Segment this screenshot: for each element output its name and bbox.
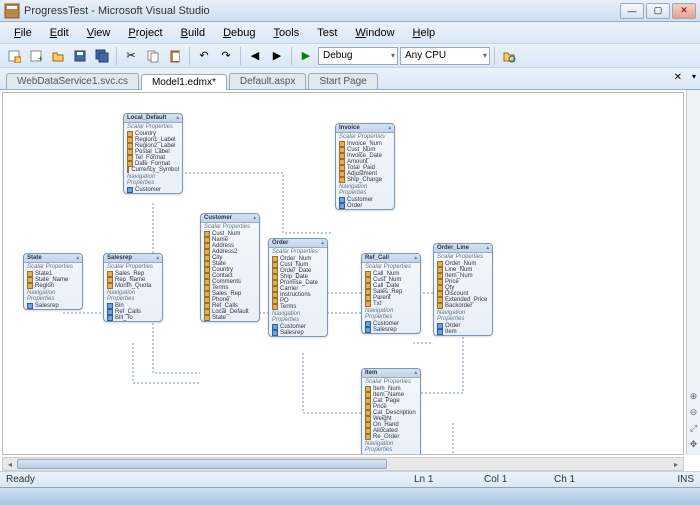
status-line: Ln 1 [414, 474, 484, 485]
menu-tools[interactable]: Tools [266, 25, 308, 41]
menu-test[interactable]: Test [309, 25, 345, 41]
entity-customer[interactable]: Customer Scalar Properties Cust_NumNameA… [200, 213, 260, 322]
save-button[interactable] [70, 46, 90, 66]
minimize-button[interactable]: — [620, 3, 644, 19]
entity-ref-call[interactable]: Ref_Call Scalar Properties Call_NumCust_… [361, 253, 421, 334]
toolbar: + ✂ ↶ ↷ ◀ ▶ ▶ Debug Any CPU [0, 44, 700, 68]
scroll-thumb[interactable] [17, 459, 387, 469]
tab-dropdown-button[interactable]: ▾ [692, 72, 696, 81]
designer-area: Local_Default Scalar Properties CountryR… [0, 90, 700, 471]
cut-button[interactable]: ✂ [121, 46, 141, 66]
copy-button[interactable] [143, 46, 163, 66]
menu-bar: File Edit View Project Build Debug Tools… [0, 22, 700, 44]
menu-build[interactable]: Build [173, 25, 213, 41]
status-col: Col 1 [484, 474, 554, 485]
entity-order-line[interactable]: Order_Line Scalar Properties Order_NumLi… [433, 243, 493, 336]
close-button[interactable]: ✕ [672, 3, 696, 19]
status-bar: Ready Ln 1 Col 1 Ch 1 INS [0, 471, 700, 487]
menu-file[interactable]: File [6, 25, 40, 41]
document-tabs: WebDataService1.svc.cs Model1.edmx* Defa… [0, 68, 700, 90]
window-title: ProgressTest - Microsoft Visual Studio [24, 5, 620, 17]
add-item-button[interactable]: + [26, 46, 46, 66]
entity-salesrep[interactable]: Salesrep Scalar Properties Sales_RepRep_… [103, 253, 163, 322]
zoom-out-icon[interactable]: ⊖ [688, 407, 700, 419]
entity-item[interactable]: Item Scalar Properties Item_NumItem_Name… [361, 368, 421, 455]
entity-local-default[interactable]: Local_Default Scalar Properties CountryR… [123, 113, 183, 194]
redo-button[interactable]: ↷ [216, 46, 236, 66]
open-button[interactable] [48, 46, 68, 66]
menu-window[interactable]: Window [347, 25, 402, 41]
zoom-fit-icon[interactable]: ⤢ [688, 423, 700, 435]
pan-icon[interactable]: ✥ [688, 439, 700, 451]
status-ch: Ch 1 [554, 474, 624, 485]
paste-button[interactable] [165, 46, 185, 66]
scroll-left-button[interactable]: ◂ [3, 458, 17, 470]
find-button[interactable] [499, 46, 519, 66]
zoom-in-icon[interactable]: ⊕ [688, 391, 700, 403]
platform-combo[interactable]: Any CPU [400, 47, 490, 65]
svg-text:+: + [38, 54, 43, 63]
entity-invoice[interactable]: Invoice Scalar Properties Invoice_NumCus… [335, 123, 395, 210]
entity-state[interactable]: State Scalar Properties State1State_Name… [23, 253, 83, 310]
tab-startpage[interactable]: Start Page [308, 73, 377, 89]
os-taskbar [0, 487, 700, 505]
nav-back-button[interactable]: ◀ [245, 46, 265, 66]
undo-button[interactable]: ↶ [194, 46, 214, 66]
menu-edit[interactable]: Edit [42, 25, 77, 41]
menu-debug[interactable]: Debug [215, 25, 263, 41]
new-project-button[interactable] [4, 46, 24, 66]
tab-close-button[interactable]: ✕ [674, 72, 682, 83]
entity-order[interactable]: Order Scalar Properties Order_NumCust_Nu… [268, 238, 328, 337]
status-ins: INS [624, 474, 694, 485]
maximize-button[interactable]: ▢ [646, 3, 670, 19]
save-all-button[interactable] [92, 46, 112, 66]
horizontal-scrollbar[interactable]: ◂ ▸ [2, 457, 684, 471]
tab-default[interactable]: Default.aspx [229, 73, 307, 89]
menu-view[interactable]: View [79, 25, 119, 41]
title-bar: ProgressTest - Microsoft Visual Studio —… [0, 0, 700, 22]
app-icon [4, 3, 20, 19]
tab-webdata[interactable]: WebDataService1.svc.cs [6, 73, 139, 89]
menu-help[interactable]: Help [405, 25, 444, 41]
edmx-canvas[interactable]: Local_Default Scalar Properties CountryR… [2, 92, 684, 455]
config-combo[interactable]: Debug [318, 47, 398, 65]
scroll-right-button[interactable]: ▸ [669, 458, 683, 470]
run-button[interactable]: ▶ [296, 46, 316, 66]
zoom-tools: ⊕ ⊖ ⤢ ✥ [686, 90, 700, 455]
tab-model[interactable]: Model1.edmx* [141, 74, 227, 90]
status-ready: Ready [6, 474, 35, 485]
menu-project[interactable]: Project [120, 25, 170, 41]
nav-fwd-button[interactable]: ▶ [267, 46, 287, 66]
